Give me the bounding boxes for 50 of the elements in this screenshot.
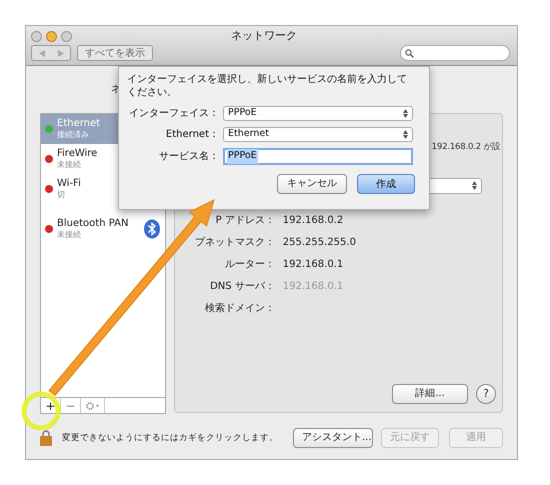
window-title: ネットワーク (231, 28, 297, 44)
service-item[interactable]: Wi-Fi 切 (41, 174, 165, 204)
help-button[interactable]: ? (476, 384, 496, 404)
service-item[interactable]: Bluetooth PAN 未接続 (41, 214, 165, 244)
field-label: DNS サーバ： (210, 280, 275, 294)
assistant-button[interactable]: アシスタント... (293, 428, 373, 448)
field-value: 192.168.0.1 (282, 280, 344, 294)
status-description: 192.168.0.2 が設 (432, 141, 501, 154)
dialog-label: サービス名： (159, 150, 219, 164)
service-status: 接続済み (57, 129, 89, 140)
service-name-field[interactable]: PPPoE (223, 148, 413, 165)
field-value: 192.168.0.1 (282, 258, 344, 272)
updown-arrows-icon (403, 130, 408, 139)
field-value: 255.255.255.0 (282, 236, 356, 250)
field-label: ブネットマスク： (194, 236, 275, 250)
forward-icon (58, 50, 64, 56)
zoom-button[interactable] (61, 30, 72, 42)
service-status: 未接続 (57, 229, 81, 240)
service-name: Ethernet (57, 118, 100, 129)
close-button[interactable] (31, 30, 42, 42)
field-value: 192.168.0.2 (282, 214, 344, 228)
search-field[interactable] (400, 45, 510, 61)
field-label: ルーター： (224, 258, 275, 272)
service-status: 未接続 (57, 159, 81, 170)
updown-arrows-icon (472, 181, 477, 190)
field-label: P アドレス： (216, 214, 275, 228)
lock-icon (40, 430, 52, 446)
field-label: 検索ドメイン： (204, 302, 275, 316)
add-button[interactable]: + (41, 398, 61, 413)
advanced-button[interactable]: 詳細... (392, 384, 468, 404)
service-name: FireWire (57, 148, 98, 159)
gear-icon (86, 402, 100, 410)
service-name: Bluetooth PAN (57, 218, 128, 229)
service-status: 切 (57, 189, 65, 200)
cancel-button[interactable]: キャンセル (277, 174, 347, 194)
create-button[interactable]: 作成 (357, 174, 415, 194)
dialog-label: Ethernet： (166, 128, 219, 142)
dialog-message: インターフェイスを選択し、新しいサービスの名前を入力してください。 (127, 73, 408, 99)
highlight-circle (21, 391, 61, 431)
show-all-button[interactable]: すべてを表示 (77, 45, 153, 61)
interface-select[interactable]: Ethernet (223, 127, 413, 142)
updown-arrows-icon (403, 109, 408, 118)
interface-select[interactable]: PPPoE (223, 106, 413, 121)
back-forward-control[interactable] (31, 45, 71, 61)
bluetooth-icon (142, 219, 161, 239)
minimize-button[interactable] (46, 30, 57, 42)
back-icon (38, 50, 44, 56)
service-name: Wi-Fi (57, 178, 81, 189)
search-icon (405, 48, 414, 58)
lock-message: 変更できないようにするにはカギをクリックします。 (62, 432, 278, 444)
